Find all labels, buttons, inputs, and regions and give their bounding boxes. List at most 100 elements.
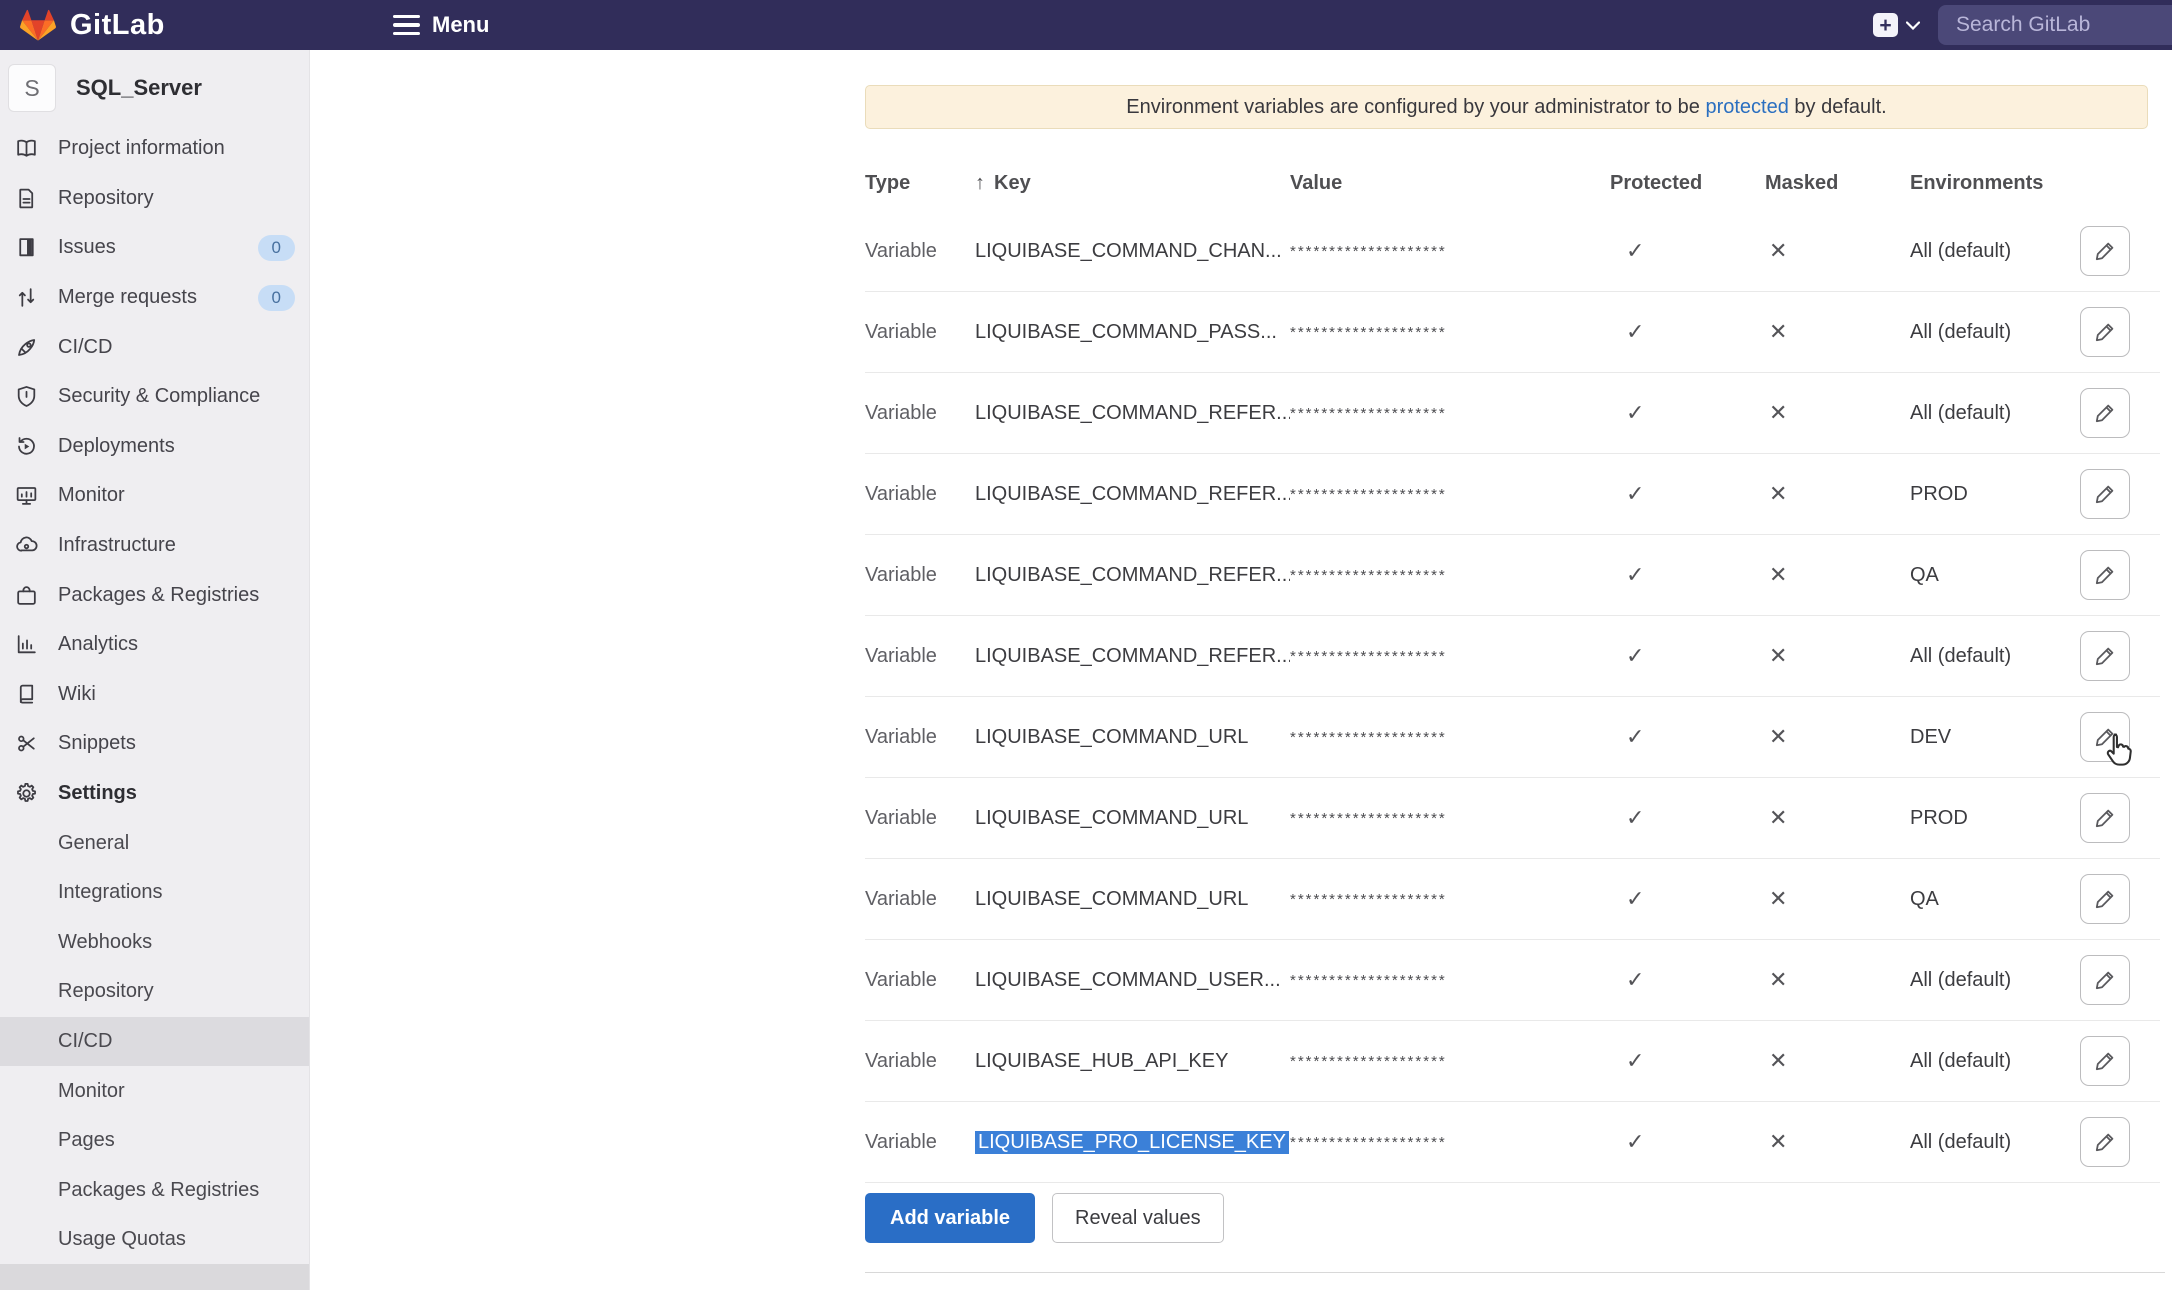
wiki-icon bbox=[14, 682, 39, 707]
hamburger-icon bbox=[393, 15, 420, 36]
sidebar-item-snippets[interactable]: Snippets bbox=[0, 719, 309, 769]
variable-environments: All (default) bbox=[1910, 1131, 2080, 1154]
edit-variable-button[interactable] bbox=[2080, 793, 2130, 843]
masked-x-icon: ✕ bbox=[1765, 238, 1910, 264]
sidebar-item-monitor[interactable]: Monitor bbox=[0, 1066, 309, 1116]
book-open-icon bbox=[14, 136, 39, 161]
table-row: Variable LIQUIBASE_COMMAND_USER... *****… bbox=[865, 940, 2160, 1021]
sidebar-item-packages-registries[interactable]: Packages & Registries bbox=[0, 1165, 309, 1215]
rocket-icon bbox=[14, 335, 39, 360]
menu-button[interactable]: Menu bbox=[393, 0, 489, 50]
sidebar-item-security-compliance[interactable]: Security & Compliance bbox=[0, 372, 309, 422]
edit-variable-button[interactable] bbox=[2080, 388, 2130, 438]
plus-icon: + bbox=[1873, 13, 1898, 37]
variable-masked-value: ******************** bbox=[1290, 972, 1610, 989]
variable-masked-value: ******************** bbox=[1290, 648, 1610, 665]
masked-x-icon: ✕ bbox=[1765, 643, 1910, 669]
edit-variable-button[interactable] bbox=[2080, 631, 2130, 681]
project-avatar: S bbox=[8, 64, 56, 112]
sidebar-item-general[interactable]: General bbox=[0, 818, 309, 868]
sidebar-item-infrastructure[interactable]: Infrastructure bbox=[0, 521, 309, 571]
edit-variable-button[interactable] bbox=[2080, 874, 2130, 924]
variable-environments: All (default) bbox=[1910, 321, 2080, 344]
variable-type: Variable bbox=[865, 807, 975, 830]
edit-variable-button[interactable] bbox=[2080, 550, 2130, 600]
variable-environments: QA bbox=[1910, 888, 2080, 911]
protected-check-icon: ✓ bbox=[1610, 967, 1765, 993]
sidebar-item-monitor[interactable]: Monitor bbox=[0, 471, 309, 521]
edit-variable-button[interactable] bbox=[2080, 1117, 2130, 1167]
edit-variable-button[interactable] bbox=[2080, 469, 2130, 519]
variable-environments: All (default) bbox=[1910, 969, 2080, 992]
sidebar-item-settings[interactable]: Settings bbox=[0, 769, 309, 819]
table-row: Variable LIQUIBASE_COMMAND_REFER... ****… bbox=[865, 616, 2160, 697]
count-badge: 0 bbox=[258, 285, 295, 311]
sidebar-item-ci-cd[interactable]: CI/CD bbox=[0, 322, 309, 372]
table-row: Variable LIQUIBASE_COMMAND_REFER... ****… bbox=[865, 535, 2160, 616]
edit-variable-button[interactable] bbox=[2080, 226, 2130, 276]
sidebar-item-analytics[interactable]: Analytics bbox=[0, 620, 309, 670]
sidebar-item-merge-requests[interactable]: Merge requests 0 bbox=[0, 273, 309, 323]
sidebar-item-repository[interactable]: Repository bbox=[0, 967, 309, 1017]
protected-check-icon: ✓ bbox=[1610, 643, 1765, 669]
sidebar-item-ci-cd[interactable]: CI/CD bbox=[0, 1017, 309, 1067]
sidebar-item-usage-quotas[interactable]: Usage Quotas bbox=[0, 1215, 309, 1265]
chart-icon bbox=[14, 632, 39, 657]
variable-environments: PROD bbox=[1910, 483, 2080, 506]
project-name[interactable]: SQL_Server bbox=[76, 75, 202, 101]
table-row: Variable LIQUIBASE_PRO_LICENSE_KEY *****… bbox=[865, 1102, 2160, 1183]
variable-type: Variable bbox=[865, 1131, 975, 1154]
edit-pencil-icon bbox=[2093, 239, 2117, 263]
sidebar-item-pages[interactable]: Pages bbox=[0, 1116, 309, 1166]
edit-pencil-icon bbox=[2093, 644, 2117, 668]
table-row: Variable LIQUIBASE_COMMAND_URL *********… bbox=[865, 859, 2160, 940]
variable-type: Variable bbox=[865, 888, 975, 911]
admin-notice-banner: Environment variables are configured by … bbox=[865, 85, 2148, 129]
protected-check-icon: ✓ bbox=[1610, 886, 1765, 912]
sidebar-item-packages-registries[interactable]: Packages & Registries bbox=[0, 570, 309, 620]
col-header-environments: Environments bbox=[1910, 172, 2080, 195]
sidebar-item-wiki[interactable]: Wiki bbox=[0, 670, 309, 720]
edit-pencil-icon bbox=[2093, 563, 2117, 587]
sort-ascending-icon: ↑ bbox=[975, 172, 985, 195]
table-row: Variable LIQUIBASE_COMMAND_PASS... *****… bbox=[865, 292, 2160, 373]
banner-text-after: by default. bbox=[1789, 96, 1887, 119]
masked-x-icon: ✕ bbox=[1765, 724, 1910, 750]
gitlab-app: GitLab Menu + S SQL_Server Project infor… bbox=[0, 0, 2172, 1290]
protected-check-icon: ✓ bbox=[1610, 805, 1765, 831]
variable-type: Variable bbox=[865, 564, 975, 587]
variable-key: LIQUIBASE_COMMAND_URL bbox=[975, 888, 1290, 911]
new-item-button[interactable]: + bbox=[1873, 13, 1920, 37]
add-variable-button[interactable]: Add variable bbox=[865, 1193, 1035, 1243]
edit-pencil-icon bbox=[2093, 1130, 2117, 1154]
variable-type: Variable bbox=[865, 726, 975, 749]
merge-request-icon bbox=[14, 285, 39, 310]
protected-check-icon: ✓ bbox=[1610, 238, 1765, 264]
edit-variable-button[interactable] bbox=[2080, 955, 2130, 1005]
sidebar-item-project-information[interactable]: Project information bbox=[0, 124, 309, 174]
variable-key: LIQUIBASE_PRO_LICENSE_KEY bbox=[975, 1131, 1290, 1154]
variable-masked-value: ******************** bbox=[1290, 567, 1610, 584]
col-header-key[interactable]: ↑ Key bbox=[975, 172, 1290, 195]
table-row: Variable LIQUIBASE_COMMAND_REFER... ****… bbox=[865, 454, 2160, 535]
edit-pencil-icon bbox=[2093, 1049, 2117, 1073]
reveal-values-button[interactable]: Reveal values bbox=[1052, 1193, 1224, 1243]
protected-link[interactable]: protected bbox=[1705, 96, 1788, 119]
edit-variable-button[interactable] bbox=[2080, 307, 2130, 357]
sidebar-item-integrations[interactable]: Integrations bbox=[0, 868, 309, 918]
gitlab-home-link[interactable]: GitLab bbox=[20, 0, 165, 50]
protected-check-icon: ✓ bbox=[1610, 724, 1765, 750]
sidebar-item-deployments[interactable]: Deployments bbox=[0, 422, 309, 472]
edit-variable-button[interactable] bbox=[2080, 712, 2130, 762]
topbar-right: + bbox=[1873, 0, 2172, 50]
variable-masked-value: ******************** bbox=[1290, 243, 1610, 260]
cloud-icon bbox=[14, 533, 39, 558]
edit-variable-button[interactable] bbox=[2080, 1036, 2130, 1086]
search-input[interactable] bbox=[1954, 12, 2158, 38]
sidebar-item-webhooks[interactable]: Webhooks bbox=[0, 918, 309, 968]
package-icon bbox=[14, 583, 39, 608]
project-header: S SQL_Server bbox=[0, 50, 309, 124]
sidebar-item-issues[interactable]: Issues 0 bbox=[0, 223, 309, 273]
sidebar-item-repository[interactable]: Repository bbox=[0, 174, 309, 224]
variables-table-body: Variable LIQUIBASE_COMMAND_CHAN... *****… bbox=[865, 211, 2160, 1183]
